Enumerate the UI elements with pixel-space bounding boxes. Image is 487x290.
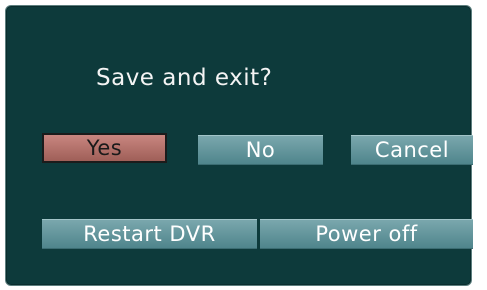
yes-button[interactable]: Yes (42, 133, 167, 163)
save-exit-dialog: Save and exit? Yes No Cancel Restart DVR… (5, 5, 473, 286)
power-off-button[interactable]: Power off (260, 219, 473, 249)
no-button[interactable]: No (198, 135, 323, 165)
cancel-button[interactable]: Cancel (351, 135, 473, 165)
restart-dvr-button[interactable]: Restart DVR (42, 219, 257, 249)
dialog-prompt: Save and exit? (96, 65, 273, 91)
